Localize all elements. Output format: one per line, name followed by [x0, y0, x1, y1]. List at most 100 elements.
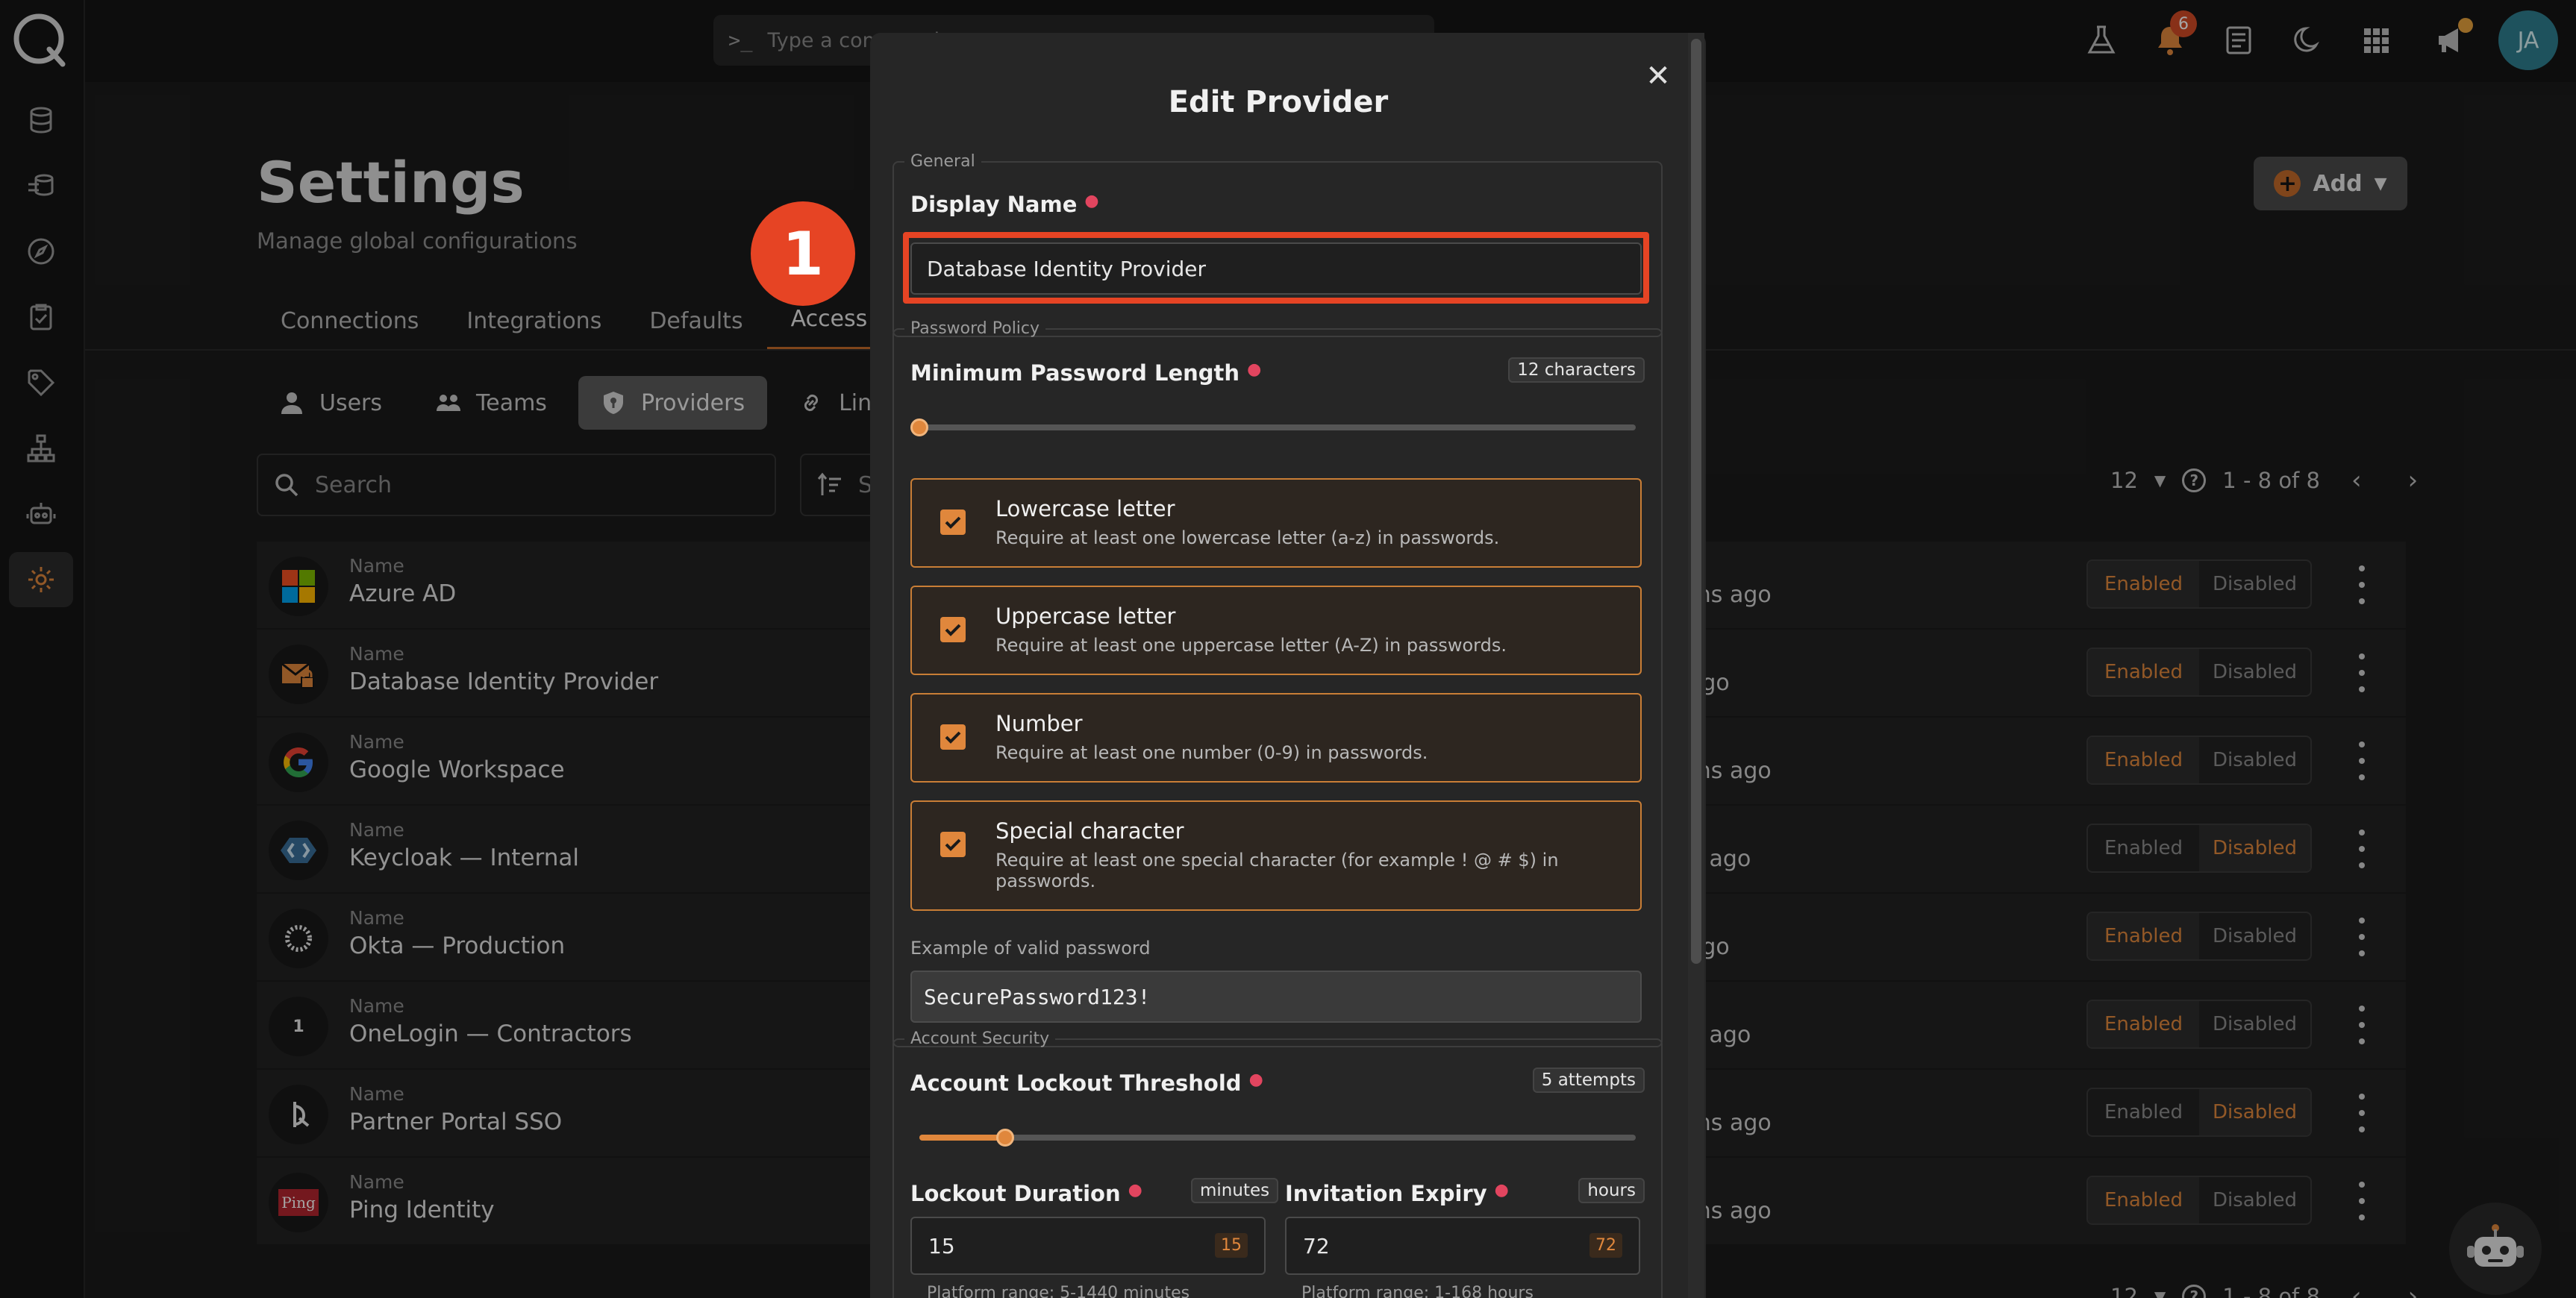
add-button[interactable]: + Add ▼ [2254, 157, 2407, 210]
sidebar-item-settings[interactable] [9, 552, 73, 607]
enabled-option[interactable]: Enabled [2088, 649, 2199, 695]
more-options-icon[interactable] [2351, 830, 2373, 868]
bottom-help-icon[interactable]: ? [2182, 1285, 2207, 1298]
status-toggle[interactable]: Enabled Disabled [2086, 1000, 2312, 1049]
tab-connections[interactable]: Connections [257, 291, 443, 351]
row-name-label: Name [349, 819, 404, 841]
subtab-providers[interactable]: Providers [578, 376, 768, 430]
enabled-option[interactable]: Enabled [2088, 1001, 2199, 1047]
announcements-button[interactable] [2427, 16, 2475, 64]
tab-integrations[interactable]: Integrations [443, 291, 625, 351]
uppercase-checkbox[interactable] [940, 617, 966, 642]
apps-button[interactable] [2352, 16, 2400, 64]
password-policy-legend: Password Policy [910, 319, 1040, 338]
min-length-slider[interactable] [910, 418, 1636, 436]
enabled-option[interactable]: Enabled [2088, 1089, 2199, 1135]
tab-defaults[interactable]: Defaults [625, 291, 766, 351]
status-toggle[interactable]: Enabled Disabled [2086, 1088, 2312, 1137]
rule-special[interactable]: Special character Require at least one s… [910, 800, 1642, 911]
enabled-option[interactable]: Enabled [2088, 737, 2199, 783]
sidebar-item-connections[interactable] [9, 158, 73, 213]
subtab-teams[interactable]: Teams [413, 376, 569, 430]
bottom-next-page-icon[interactable]: › [2393, 1282, 2433, 1298]
ping-glyph: Ping [278, 1189, 319, 1216]
disabled-option[interactable]: Disabled [2199, 561, 2310, 607]
more-options-icon[interactable] [2351, 1182, 2373, 1220]
more-options-icon[interactable] [2351, 1006, 2373, 1044]
more-options-icon[interactable] [2351, 565, 2373, 604]
scrollbar-thumb[interactable] [1691, 39, 1701, 964]
row-name: Keycloak — Internal [349, 844, 579, 871]
help-icon[interactable]: ? [2182, 468, 2207, 492]
more-options-icon[interactable] [2351, 1094, 2373, 1132]
page-size-chevron-icon[interactable]: ▼ [2154, 471, 2166, 489]
next-page-icon[interactable]: › [2393, 465, 2433, 495]
status-toggle[interactable]: Enabled Disabled [2086, 648, 2312, 697]
app-logo-icon[interactable] [10, 10, 69, 69]
search-input[interactable]: Search [257, 454, 776, 516]
dialog-scrollbar[interactable] [1688, 33, 1704, 1298]
user-avatar[interactable]: JA [2498, 10, 2558, 70]
flask-button[interactable] [2078, 16, 2125, 64]
account-security-legend: Account Security [910, 1029, 1050, 1048]
status-toggle[interactable]: Enabled Disabled [2086, 1176, 2312, 1225]
notifications-button[interactable]: 6 [2146, 10, 2197, 64]
disabled-option[interactable]: Disabled [2199, 1177, 2310, 1223]
disabled-option[interactable]: Disabled [2199, 913, 2310, 959]
disabled-option[interactable]: Disabled [2199, 1001, 2310, 1047]
access-subtabs: Users Teams Providers Link [257, 376, 907, 430]
special-checkbox[interactable] [940, 832, 966, 857]
account-security-section: Account Security Account Lockout Thresho… [892, 1029, 1663, 1298]
status-toggle[interactable]: Enabled Disabled [2086, 824, 2312, 873]
enabled-option[interactable]: Enabled [2088, 1177, 2199, 1223]
more-options-icon[interactable] [2351, 742, 2373, 780]
more-options-icon[interactable] [2351, 918, 2373, 956]
lowercase-checkbox[interactable] [940, 510, 966, 535]
bottom-page-size-select[interactable]: 12 [2110, 1284, 2138, 1298]
close-icon[interactable]: ✕ [1636, 54, 1681, 98]
docs-button[interactable] [2215, 16, 2263, 64]
row-name: Okta — Production [349, 932, 566, 959]
slider-knob[interactable] [910, 418, 928, 436]
lockout-threshold-slider[interactable] [919, 1129, 1636, 1147]
bottom-page-size-chevron-icon[interactable]: ▼ [2154, 1288, 2166, 1298]
sidebar-item-tasks[interactable] [9, 289, 73, 345]
page-size-select[interactable]: 12 [2110, 468, 2138, 493]
sidebar-item-tags[interactable] [9, 355, 73, 410]
disabled-option[interactable]: Disabled [2199, 737, 2310, 783]
number-checkbox[interactable] [940, 724, 966, 750]
special-title: Special character [995, 818, 1184, 844]
row-name-label: Name [349, 555, 404, 577]
rule-lowercase[interactable]: Lowercase letter Require at least one lo… [910, 478, 1642, 568]
theme-toggle-button[interactable] [2283, 16, 2331, 64]
status-toggle[interactable]: Enabled Disabled [2086, 559, 2312, 609]
status-toggle[interactable]: Enabled Disabled [2086, 736, 2312, 785]
subtab-users[interactable]: Users [257, 376, 404, 430]
robot-assistant-icon [2467, 1224, 2524, 1267]
enabled-option[interactable]: Enabled [2088, 825, 2199, 871]
lockout-duration-input[interactable]: 15 15 [910, 1217, 1266, 1275]
bottom-prev-page-icon[interactable]: ‹ [2336, 1282, 2377, 1298]
sidebar-item-explore[interactable] [9, 224, 73, 279]
uppercase-description: Require at least one uppercase letter (A… [995, 635, 1507, 656]
check-icon [945, 624, 961, 636]
rule-uppercase[interactable]: Uppercase letter Require at least one up… [910, 586, 1642, 675]
rule-number[interactable]: Number Require at least one number (0-9)… [910, 693, 1642, 783]
disabled-option[interactable]: Disabled [2199, 825, 2310, 871]
prev-page-icon[interactable]: ‹ [2336, 465, 2377, 495]
disabled-option[interactable]: Disabled [2199, 649, 2310, 695]
slider-knob[interactable] [996, 1129, 1014, 1147]
microsoft-icon [269, 556, 328, 616]
enabled-option[interactable]: Enabled [2088, 913, 2199, 959]
sidebar-item-topology[interactable] [9, 421, 73, 476]
sidebar-item-databases[interactable] [9, 93, 73, 148]
sidebar-item-agents[interactable] [9, 486, 73, 542]
assistant-button[interactable] [2449, 1203, 2542, 1295]
general-section: General Display Name ● Database Identity … [892, 152, 1663, 337]
database-connect-icon [28, 174, 54, 196]
more-options-icon[interactable] [2351, 653, 2373, 692]
invitation-expiry-input[interactable]: 72 72 [1285, 1217, 1640, 1275]
enabled-option[interactable]: Enabled [2088, 561, 2199, 607]
disabled-option[interactable]: Disabled [2199, 1089, 2310, 1135]
status-toggle[interactable]: Enabled Disabled [2086, 912, 2312, 961]
